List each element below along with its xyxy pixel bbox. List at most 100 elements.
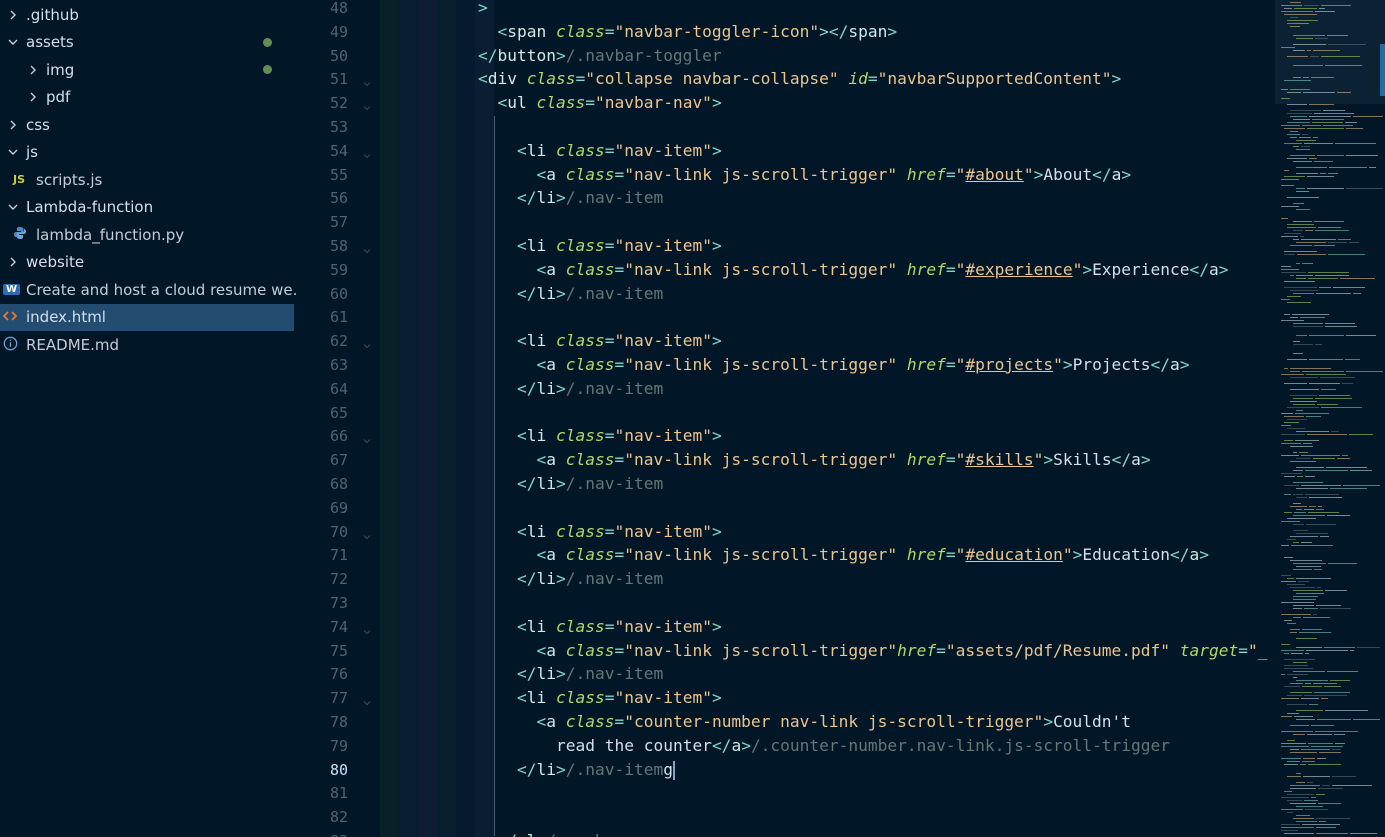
code-token-punc: < xyxy=(517,616,527,636)
fold-chevron-icon[interactable] xyxy=(362,622,372,635)
minimap-line xyxy=(1281,758,1301,759)
code-line[interactable]: <ul class="navbar-nav"> xyxy=(498,91,722,115)
code-line[interactable]: <li class="nav-item"> xyxy=(517,424,722,448)
scrollbar-thumb[interactable] xyxy=(1380,44,1385,96)
minimap-line xyxy=(1293,77,1301,78)
folder-lambda-function[interactable]: Lambda-function xyxy=(0,194,294,221)
code-line[interactable]: <a class="nav-link js-scroll-trigger" hr… xyxy=(537,448,1151,472)
minimap-line xyxy=(1326,467,1367,468)
code-line[interactable]: </button>/.navbar-toggler xyxy=(478,44,722,68)
code-line[interactable]: <li class="nav-item"> xyxy=(517,329,722,353)
fold-chevron-icon[interactable] xyxy=(362,693,372,706)
minimap-line xyxy=(1281,650,1304,651)
code-token-punc: = xyxy=(945,545,956,565)
minimap-line xyxy=(1296,815,1310,816)
code-token-punc: > xyxy=(887,21,898,41)
code-line[interactable]: <a class="nav-link js-scroll-trigger" hr… xyxy=(537,163,1132,187)
code-token-tag: a xyxy=(546,640,566,660)
folder-github[interactable]: .github xyxy=(0,1,294,28)
code-token-tag: span xyxy=(848,21,888,41)
minimap-line xyxy=(1314,161,1333,162)
minimap-line xyxy=(1302,125,1321,126)
file-index-html[interactable]: index.html xyxy=(0,303,294,331)
code-token-punc: = xyxy=(604,21,615,41)
folder-img[interactable]: img xyxy=(0,56,294,83)
minimap-line xyxy=(1319,287,1331,288)
code-token-attr: class xyxy=(565,712,615,731)
minimap-line xyxy=(1281,731,1313,732)
minimap[interactable] xyxy=(1269,0,1385,837)
folder-css[interactable]: css xyxy=(0,111,294,138)
chevron-right-icon[interactable] xyxy=(7,117,19,133)
chevron-down-icon[interactable] xyxy=(7,199,19,215)
code-line[interactable]: <li class="nav-item"> xyxy=(517,520,722,544)
folder-website[interactable]: website xyxy=(0,249,294,276)
minimap-line xyxy=(1293,524,1304,525)
code-line[interactable]: </li>/.nav-item xyxy=(517,472,663,496)
code-line[interactable]: <a class="counter-number nav-link js-scr… xyxy=(537,710,1132,734)
fold-chevron-icon[interactable] xyxy=(362,431,372,444)
code-line[interactable]: > xyxy=(478,0,488,20)
minimap-line xyxy=(1290,536,1318,537)
minimap-line xyxy=(1304,143,1333,144)
chevron-right-icon[interactable] xyxy=(27,89,39,105)
minimap-line xyxy=(1325,590,1347,591)
minimap-line xyxy=(1328,242,1347,243)
minimap-line xyxy=(1313,614,1317,615)
fold-chevron-icon[interactable] xyxy=(362,74,372,87)
folder-pdf[interactable]: pdf xyxy=(0,84,294,111)
minimap-line xyxy=(1324,686,1341,687)
chevron-right-icon[interactable] xyxy=(7,254,19,270)
folder-assets[interactable]: assets xyxy=(0,29,294,56)
file-readme-md[interactable]: README.md xyxy=(0,331,294,358)
code-line[interactable]: </li>/.nav-item xyxy=(517,567,663,591)
code-line[interactable]: <li class="nav-item"> xyxy=(517,234,722,258)
code-line[interactable]: <a class="nav-link js-scroll-trigger"hre… xyxy=(537,639,1270,663)
code-line[interactable]: </li>/.nav-item xyxy=(517,377,663,401)
file-create-and-host-a-cloud-resume-we[interactable]: W Create and host a cloud resume we... xyxy=(0,276,307,303)
code-token-punc: > xyxy=(711,426,722,446)
code-line[interactable]: <a class="nav-link js-scroll-trigger" hr… xyxy=(537,353,1190,377)
code-line[interactable]: </li>/.nav-item xyxy=(517,282,663,306)
active-indent-guide xyxy=(494,116,495,836)
minimap-line xyxy=(1287,419,1307,420)
minimap-line xyxy=(1290,245,1312,246)
indent-guide xyxy=(437,0,456,837)
code-token-str: "nav-link js-scroll-trigger" xyxy=(624,259,907,279)
code-line[interactable]: <li class="nav-item"> xyxy=(517,615,722,639)
code-line[interactable]: <span class="navbar-toggler-icon"></span… xyxy=(498,20,898,44)
fold-chevron-icon[interactable] xyxy=(362,146,372,159)
chevron-right-icon[interactable] xyxy=(27,62,39,78)
minimap-line xyxy=(1343,485,1380,486)
minimap-line xyxy=(1302,134,1308,135)
folder-js[interactable]: js xyxy=(0,139,294,166)
minimap-line xyxy=(1296,263,1300,264)
minimap-line xyxy=(1281,824,1300,825)
code-line[interactable]: <a class="nav-link js-scroll-trigger" hr… xyxy=(537,543,1210,567)
code-line[interactable]: <li class="nav-item"> xyxy=(517,139,722,163)
fold-chevron-icon[interactable] xyxy=(362,336,372,349)
code-token-attr: class xyxy=(556,426,605,446)
file-lambda-function-py[interactable]: lambda_function.py xyxy=(0,221,294,248)
file-scripts-js[interactable]: JS scripts.js xyxy=(0,166,294,193)
code-editor[interactable]: 48 >49 <span class="navbar-toggler-icon"><… xyxy=(296,0,1269,837)
code-line[interactable]: </li>/.nav-itemg xyxy=(517,758,675,782)
minimap-line xyxy=(1316,833,1348,834)
fold-chevron-icon[interactable] xyxy=(362,527,372,539)
line-number: 63 xyxy=(329,356,348,374)
minimap-line xyxy=(1302,629,1322,630)
code-line[interactable]: <a class="nav-link js-scroll-trigger" hr… xyxy=(537,258,1229,282)
code-line[interactable]: <li class="nav-item"> xyxy=(517,686,722,710)
chevron-down-icon[interactable] xyxy=(7,34,19,50)
code-line[interactable]: </li>/.nav-item xyxy=(517,186,663,210)
code-line[interactable]: <div class="collapse navbar-collapse" id… xyxy=(478,67,1121,91)
tree-item-label: pdf xyxy=(46,88,71,106)
chevron-down-icon[interactable] xyxy=(7,144,19,160)
code-line[interactable]: </ul>/.navbar-nav xyxy=(498,829,664,837)
chevron-right-icon[interactable] xyxy=(7,7,19,23)
fold-chevron-icon[interactable] xyxy=(362,98,372,111)
code-line[interactable]: read the counter</a>/.counter-number.nav… xyxy=(556,734,1170,758)
code-line[interactable]: </li>/.nav-item xyxy=(517,662,663,686)
minimap-line xyxy=(1320,536,1329,537)
fold-chevron-icon[interactable] xyxy=(362,241,372,254)
